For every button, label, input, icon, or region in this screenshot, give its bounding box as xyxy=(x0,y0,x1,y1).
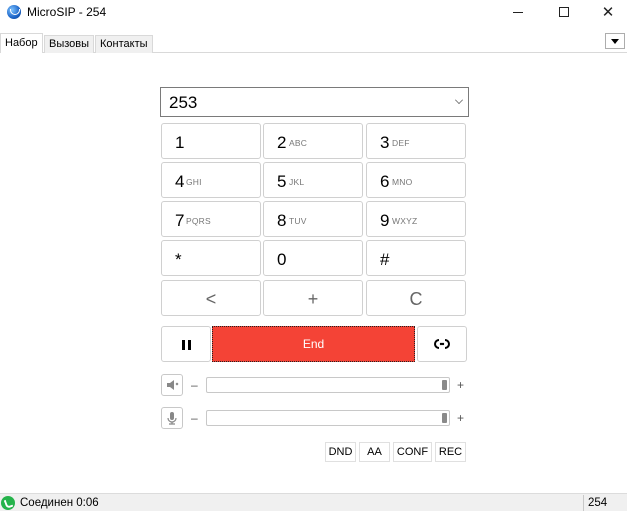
speaker-mute-button[interactable] xyxy=(161,374,183,396)
transfer-button[interactable] xyxy=(417,326,467,362)
close-icon: ✕ xyxy=(601,3,615,21)
pause-icon xyxy=(188,340,191,350)
speaker-icon xyxy=(167,380,179,390)
account-number: 254 xyxy=(588,497,608,509)
key-digit: 4 xyxy=(175,172,185,191)
key-digit: 9 xyxy=(380,211,390,230)
key-0[interactable]: 0 xyxy=(263,240,363,276)
key-2[interactable]: 2 ABC xyxy=(263,123,363,159)
tab-menu-button[interactable] xyxy=(605,33,625,49)
clear-button[interactable]: C xyxy=(366,280,466,316)
mic-mute-button[interactable] xyxy=(161,407,183,429)
key-digit: # xyxy=(380,250,390,269)
key-7[interactable]: 7 PQRS xyxy=(161,201,261,237)
transfer-icon xyxy=(434,339,450,349)
microphone-icon xyxy=(167,412,177,425)
microsip-logo-icon xyxy=(7,5,21,19)
key-digit: 2 xyxy=(277,133,287,152)
maximize-icon xyxy=(559,7,569,17)
end-call-button[interactable]: End xyxy=(212,326,415,362)
plus-icon: + xyxy=(307,289,319,309)
key-letters: JKL xyxy=(289,177,305,187)
maximize-button[interactable] xyxy=(541,0,587,24)
key-letters: ABC xyxy=(289,138,308,148)
record-button[interactable]: REC xyxy=(435,442,466,462)
status-divider xyxy=(583,495,584,511)
mic-plus-label: + xyxy=(457,411,465,425)
conference-button[interactable]: CONF xyxy=(393,442,432,462)
minimize-icon xyxy=(513,11,523,13)
key-star[interactable]: * xyxy=(161,240,261,276)
slider-thumb[interactable] xyxy=(442,380,447,390)
key-9[interactable]: 9 WXYZ xyxy=(366,201,466,237)
dnd-button[interactable]: DND xyxy=(325,442,356,462)
status-text: Соединен 0:06 xyxy=(20,497,99,509)
speaker-volume-slider[interactable] xyxy=(206,377,450,393)
key-3[interactable]: 3 DEF xyxy=(366,123,466,159)
key-digit: 8 xyxy=(277,211,287,230)
dialer-panel: 253 1 2 ABC 3 DEF 4 GHI 5 JKL 6 MNO 7 PQ… xyxy=(0,54,627,493)
title-bar: MicroSIP - 254 ✕ xyxy=(0,0,627,24)
speaker-plus-label: + xyxy=(457,378,465,392)
chevron-down-icon xyxy=(611,38,619,44)
key-digit: 0 xyxy=(277,250,287,269)
plus-button[interactable]: + xyxy=(263,280,363,316)
key-letters: GHI xyxy=(186,177,202,187)
key-8[interactable]: 8 TUV xyxy=(263,201,363,237)
key-4[interactable]: 4 GHI xyxy=(161,162,261,198)
mic-volume-slider[interactable] xyxy=(206,410,450,426)
key-digit: 7 xyxy=(175,211,185,230)
key-letters: PQRS xyxy=(186,216,211,226)
pause-icon xyxy=(182,340,185,350)
key-5[interactable]: 5 JKL xyxy=(263,162,363,198)
key-letters: WXYZ xyxy=(392,216,418,226)
key-hash[interactable]: # xyxy=(366,240,466,276)
tab-calls[interactable]: Вызовы xyxy=(44,35,95,53)
window-title: MicroSIP - 254 xyxy=(27,5,107,19)
tab-contacts[interactable]: Контакты xyxy=(95,35,153,53)
number-input[interactable]: 253 xyxy=(160,87,469,117)
slider-thumb[interactable] xyxy=(442,413,447,423)
speaker-minus-label: – xyxy=(191,378,198,392)
key-digit: 6 xyxy=(380,172,390,191)
backspace-button[interactable]: < xyxy=(161,280,261,316)
minimize-button[interactable] xyxy=(495,0,541,24)
chevron-down-icon[interactable] xyxy=(455,96,463,104)
number-value: 253 xyxy=(169,93,198,112)
status-bar: Соединен 0:06 254 xyxy=(0,493,627,511)
tab-bar: Набор Вызовы Контакты xyxy=(0,33,627,53)
clear-icon: C xyxy=(409,289,423,309)
mic-minus-label: – xyxy=(191,411,198,425)
key-digit: 3 xyxy=(380,133,390,152)
hold-button[interactable] xyxy=(161,326,211,362)
connected-icon xyxy=(1,496,15,510)
close-button[interactable]: ✕ xyxy=(585,0,627,24)
key-letters: MNO xyxy=(392,177,413,187)
key-letters: DEF xyxy=(392,138,410,148)
tab-dialer[interactable]: Набор xyxy=(0,33,43,53)
key-1[interactable]: 1 xyxy=(161,123,261,159)
auto-answer-button[interactable]: AA xyxy=(359,442,390,462)
key-digit: * xyxy=(175,250,182,269)
key-digit: 5 xyxy=(277,172,287,191)
key-letters: TUV xyxy=(289,216,307,226)
backspace-icon: < xyxy=(205,289,217,309)
key-6[interactable]: 6 MNO xyxy=(366,162,466,198)
key-digit: 1 xyxy=(175,133,185,152)
